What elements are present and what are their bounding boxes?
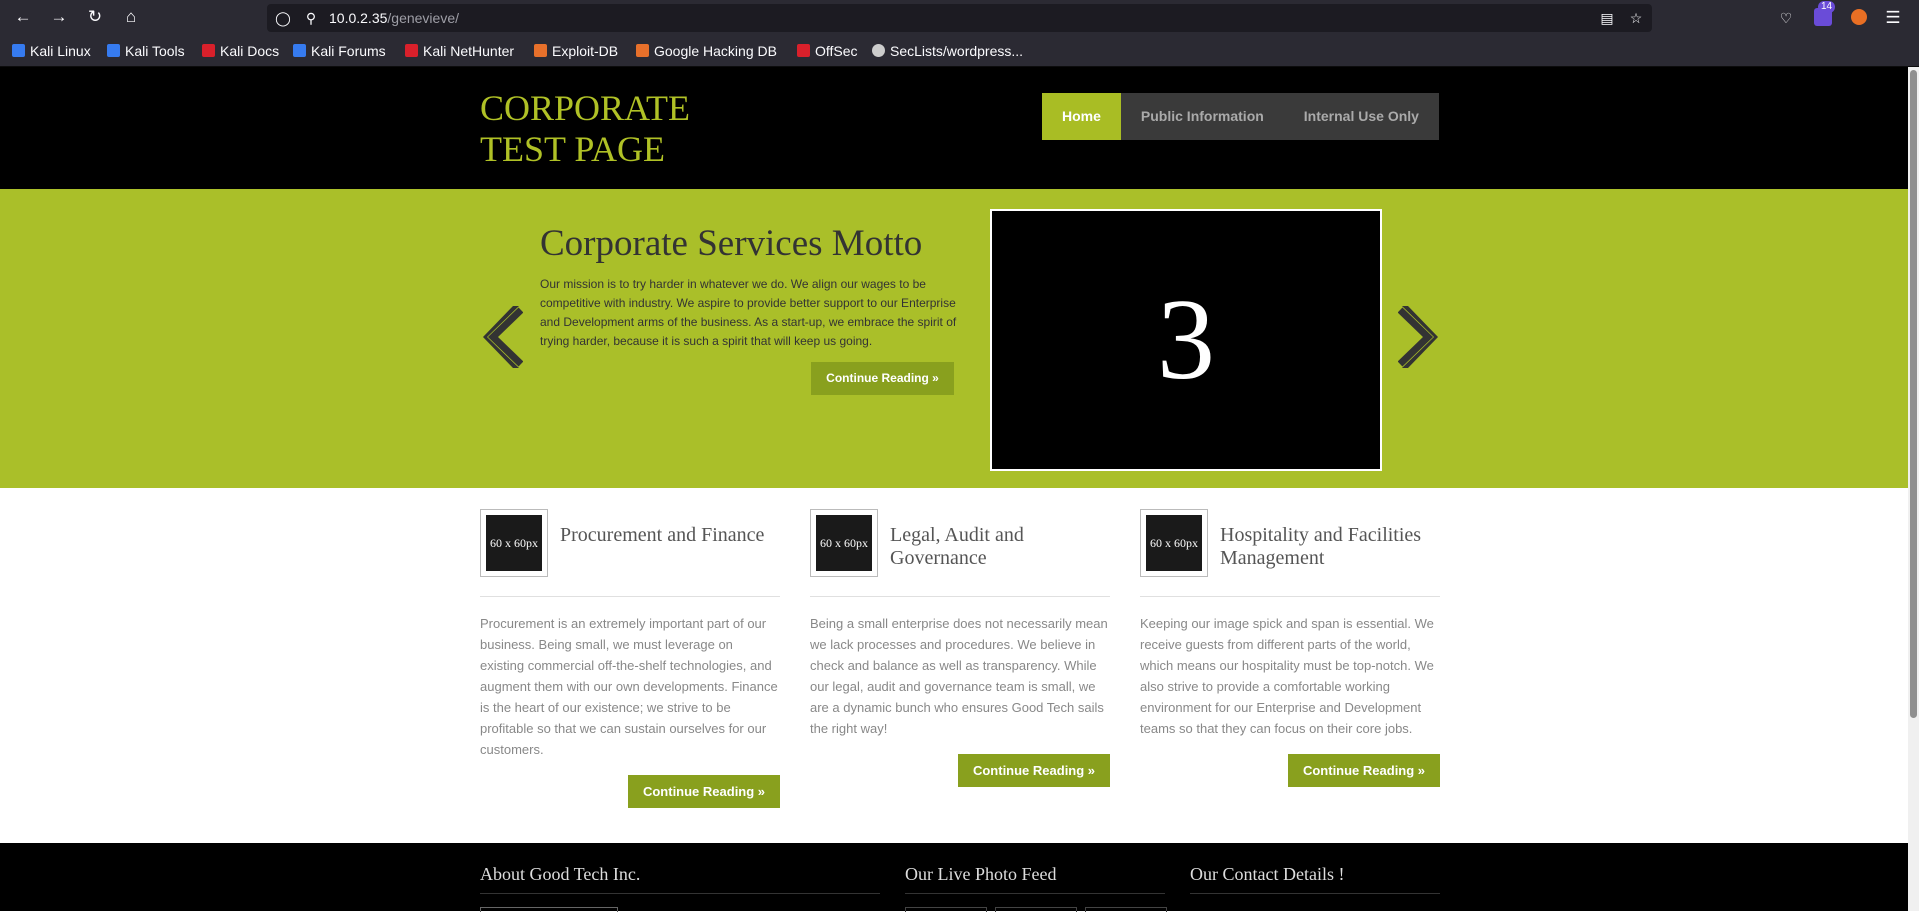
bookmark-label: Kali Forums <box>311 43 386 59</box>
bookmark-label: Kali NetHunter <box>423 43 515 59</box>
pocket-icon[interactable]: ♡ <box>1777 9 1795 27</box>
thumbnail-placeholder: 60 x 60px <box>1146 515 1202 571</box>
chevron-right-icon[interactable] <box>1397 304 1438 375</box>
bookmark-star-icon[interactable]: ☆ <box>1627 9 1645 27</box>
bookmark-favicon-icon <box>107 44 120 57</box>
footer-photo-thumbnail[interactable] <box>1085 907 1167 912</box>
footer-contact-title: Our Contact Details ! <box>1190 864 1345 884</box>
service-text: Keeping our image spick and span is esse… <box>1140 616 1434 736</box>
url-host: 10.0.2.35 <box>329 10 388 26</box>
site-logo[interactable]: CORPORATE TEST PAGE <box>480 88 690 170</box>
shield-icon[interactable]: ◯ <box>274 9 292 27</box>
footer-divider <box>480 893 880 894</box>
logo-line2: TEST PAGE <box>480 129 666 169</box>
service-text: Being a small enterprise does not necess… <box>810 616 1108 736</box>
service-thumbnail: 60 x 60px <box>480 509 548 577</box>
menu-icon[interactable]: ☰ <box>1884 9 1902 27</box>
bookmark-label: Kali Linux <box>30 43 91 59</box>
service-continue-reading-button[interactable]: Continue Reading » <box>628 775 780 808</box>
bookmark-favicon-icon <box>534 44 547 57</box>
service-continue-reading-button[interactable]: Continue Reading » <box>958 754 1110 787</box>
service-continue-reading-button[interactable]: Continue Reading » <box>1288 754 1440 787</box>
bookmark-favicon-icon <box>636 44 649 57</box>
service-thumbnail: 60 x 60px <box>810 509 878 577</box>
service-text: Procurement is an extremely important pa… <box>480 616 778 757</box>
service-title: Hospitality and Facilities Management <box>1220 524 1422 569</box>
footer-photo-thumbnail[interactable] <box>995 907 1077 912</box>
footer-divider <box>905 893 1165 894</box>
bookmark-kali-tools[interactable]: Kali Tools <box>107 35 185 67</box>
bookmark-kali-docs[interactable]: Kali Docs <box>202 35 279 67</box>
bookmark-label: SecLists/wordpress... <box>890 43 1024 59</box>
bookmark-favicon-icon <box>12 44 25 57</box>
footer-photo-feed-title: Our Live Photo Feed <box>905 864 1057 884</box>
footer-photo-thumbnail[interactable] <box>905 907 987 912</box>
bookmark-exploit-db[interactable]: Exploit-DB <box>534 35 618 67</box>
hero-text: Our mission is to try harder in whatever… <box>540 277 957 348</box>
slide-image-inner: 3 <box>996 215 1376 465</box>
service-thumbnail: 60 x 60px <box>1140 509 1208 577</box>
firefox-account-icon[interactable] <box>1851 9 1867 25</box>
bookmark-kali-forums[interactable]: Kali Forums <box>293 35 386 67</box>
service-title: Legal, Audit and Governance <box>890 524 1024 569</box>
bookmark-label: Kali Docs <box>220 43 280 59</box>
bookmark-label: OffSec <box>815 43 858 59</box>
bookmark-favicon-icon <box>202 44 215 57</box>
url-path: /genevieve/ <box>387 10 459 26</box>
hero-title: Corporate Services Motto <box>540 223 923 264</box>
site-header <box>0 67 1908 189</box>
home-icon[interactable]: ⌂ <box>119 5 143 29</box>
footer-about-title: About Good Tech Inc. <box>480 864 641 884</box>
slide-image[interactable]: 3 <box>990 209 1382 471</box>
url-bar[interactable] <box>267 4 1652 32</box>
thumbnail-placeholder: 60 x 60px <box>816 515 872 571</box>
footer-divider <box>1190 893 1440 894</box>
url-text[interactable]: 10.0.2.35/genevieve/ <box>329 4 459 32</box>
nav-home[interactable]: Home <box>1042 93 1121 140</box>
reader-view-icon[interactable]: ▤ <box>1598 9 1616 27</box>
reload-icon[interactable]: ↻ <box>83 5 107 29</box>
bookmark-favicon-icon <box>293 44 306 57</box>
notification-badge: 14 <box>1818 1 1836 13</box>
bookmark-label: Exploit-DB <box>552 43 619 59</box>
scrollbar-thumb[interactable] <box>1910 70 1917 718</box>
bookmark-favicon-icon <box>405 44 418 57</box>
service-title: Procurement and Finance <box>560 524 765 546</box>
back-icon[interactable]: ← <box>11 5 35 29</box>
nav-public-information[interactable]: Public Information <box>1121 93 1284 140</box>
bookmark-kali-nethunter[interactable]: Kali NetHunter <box>405 35 514 67</box>
nav-internal-use-only[interactable]: Internal Use Only <box>1284 93 1439 140</box>
service-divider <box>480 596 780 597</box>
service-divider <box>810 596 1110 597</box>
lock-icon[interactable]: ⚲ <box>302 9 320 27</box>
service-divider <box>1140 596 1440 597</box>
slide-number: 3 <box>1157 276 1215 404</box>
forward-icon[interactable]: → <box>47 5 71 29</box>
bookmark-google-hacking-db[interactable]: Google Hacking DB <box>636 35 777 67</box>
site-nav: Home Public Information Internal Use Onl… <box>1042 93 1439 140</box>
hero-continue-reading-button[interactable]: Continue Reading » <box>811 362 954 395</box>
thumbnail-placeholder: 60 x 60px <box>486 515 542 571</box>
bookmark-offsec[interactable]: OffSec <box>797 35 858 67</box>
bookmark-label: Kali Tools <box>125 43 185 59</box>
chevron-left-icon[interactable] <box>483 304 524 375</box>
footer-about-image <box>480 907 618 912</box>
bookmark-seclists[interactable]: SecLists/wordpress... <box>872 35 1023 67</box>
logo-line1: CORPORATE <box>480 88 691 128</box>
bookmark-kali-linux[interactable]: Kali Linux <box>12 35 91 67</box>
bookmark-favicon-icon <box>797 44 810 57</box>
bookmark-favicon-icon <box>872 44 885 57</box>
bookmark-label: Google Hacking DB <box>654 43 777 59</box>
